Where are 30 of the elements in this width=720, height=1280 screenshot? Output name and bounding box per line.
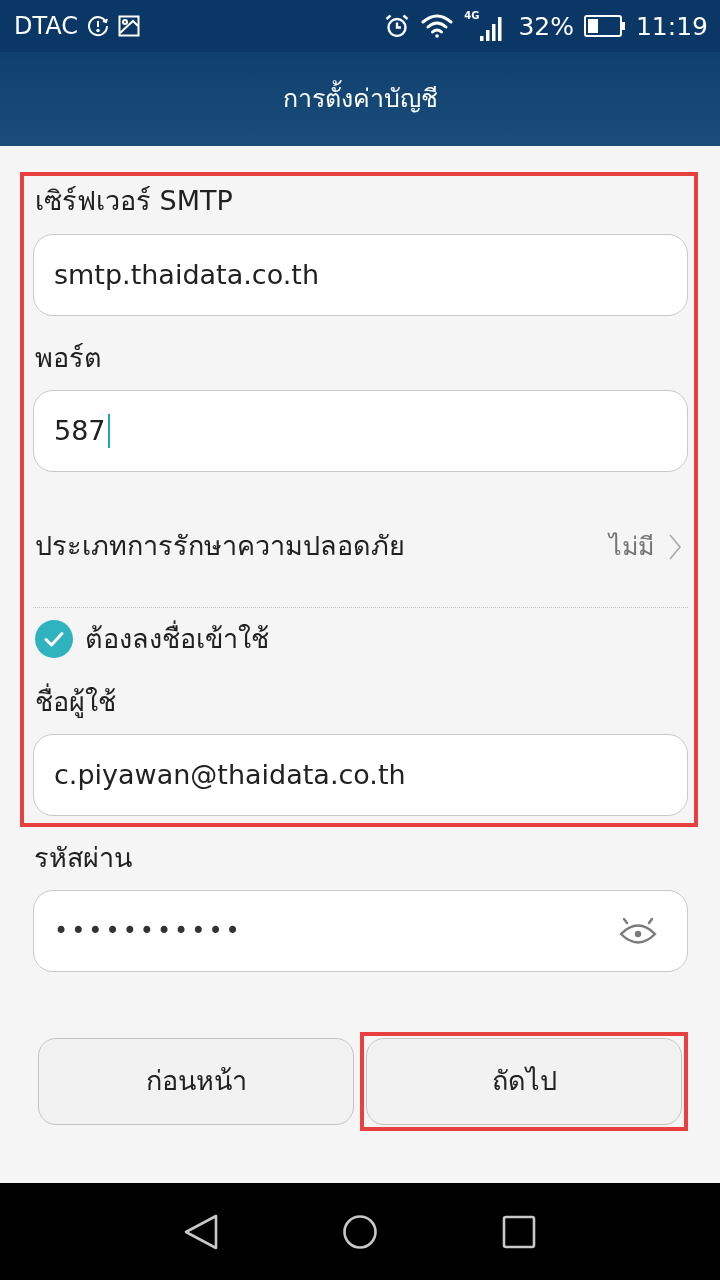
field-label: รหัสผ่าน	[34, 841, 132, 876]
back-icon[interactable]	[184, 1213, 218, 1250]
chevron-right-icon	[668, 533, 682, 560]
home-icon[interactable]	[343, 1214, 377, 1249]
clock-time: 11:19	[635, 13, 708, 39]
alarm-clock-icon	[384, 13, 411, 39]
nav-button[interactable]: ถัดไป	[366, 1038, 682, 1125]
checkbox-label: ต้องลงชื่อเข้าใช้	[85, 619, 269, 656]
text-field[interactable]: 587	[33, 390, 688, 472]
text-field[interactable]: smtp.thaidata.co.th	[33, 234, 688, 316]
signal-icon	[480, 17, 503, 41]
security-type-value[interactable]: ไม่มี	[609, 527, 654, 566]
battery-percentage: 32%	[518, 13, 574, 39]
battery-icon	[583, 15, 626, 37]
alert-refresh-icon	[86, 14, 111, 38]
recent-apps-icon[interactable]	[502, 1214, 536, 1249]
wifi-icon	[420, 13, 455, 39]
image-icon	[118, 15, 141, 37]
checkbox[interactable]	[35, 620, 73, 658]
app-bar-title: การตั้งค่าบัญชี	[282, 80, 438, 118]
network-type-label: 4G	[464, 11, 480, 21]
security-type-label: ประเภทการรักษาความปลอดภัย	[35, 529, 405, 564]
nav-button[interactable]: ก่อนหน้า	[38, 1038, 354, 1125]
field-label: พอร์ต	[35, 340, 102, 375]
password-field[interactable]: •••••••••••	[33, 890, 688, 972]
text-field[interactable]: c.piyawan@thaidata.co.th	[33, 734, 688, 816]
field-label: ชื่อผู้ใช้	[35, 682, 116, 720]
field-label: เซิร์ฟเวอร์ SMTP	[35, 183, 233, 218]
carrier-name: DTAC	[14, 14, 79, 38]
eye-icon[interactable]	[619, 915, 657, 947]
